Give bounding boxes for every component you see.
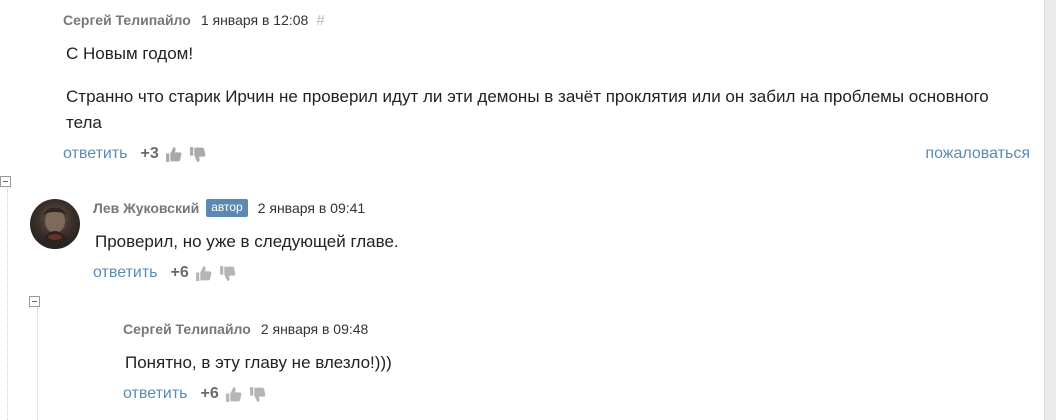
comment-paragraph: Проверил, но уже в следующей главе. [95,232,399,251]
comment-author[interactable]: Сергей Телипайло [123,321,251,337]
report-link[interactable]: пожаловаться [925,145,1030,163]
comment-3: Сергей Телипайло 2 января в 09:48 Понятн… [123,320,1003,405]
reply-link[interactable]: ответить [123,385,188,403]
reply-link[interactable]: ответить [63,145,128,163]
comment-text: С Новым годом! Странно что старик Ирчин … [63,41,1028,136]
comment-text: Проверил, но уже в следующей главе. [93,229,993,255]
comment-score: +6 [200,385,219,402]
comment-date: 1 января в 12:08 [200,12,309,28]
comment-meta: Сергей Телипайло 1 января в 12:08 # [63,11,1043,29]
thread-line-2 [37,308,38,420]
thumbs-up-icon[interactable] [225,385,243,403]
comment-paragraph: Понятно, в эту главу не влезло!))) [125,353,392,372]
comment-actions: ответить +6 [93,262,993,284]
collapse-icon[interactable] [0,176,11,187]
thumbs-down-icon[interactable] [219,264,237,282]
avatar[interactable] [30,199,80,249]
thumbs-down-icon[interactable] [189,145,207,163]
thread-line-1 [7,186,8,420]
comment-actions: ответить +3 пожаловаться [63,143,1043,165]
comment-meta: Сергей Телипайло 2 января в 09:48 [123,320,1003,338]
comment-actions: ответить +6 [123,383,1003,405]
scrollbar[interactable] [1044,0,1056,420]
comment-author[interactable]: Лев Жуковский [93,200,199,216]
comments-page: Сергей Телипайло 1 января в 12:08 # С Но… [0,0,1056,420]
author-badge: автор [206,199,248,217]
comment-meta: Лев Жуковский автор 2 января в 09:41 [93,199,993,217]
permalink-hash[interactable]: # [316,12,324,29]
comment-paragraph: С Новым годом! [66,44,194,63]
comment-text: Понятно, в эту главу не влезло!))) [123,350,1003,376]
comment-1: Сергей Телипайло 1 января в 12:08 # С Но… [63,11,1043,165]
thumbs-up-icon[interactable] [165,145,183,163]
comment-author[interactable]: Сергей Телипайло [63,12,191,28]
comment-score: +6 [170,264,189,281]
comment-score: +3 [140,145,159,162]
thumbs-down-icon[interactable] [249,385,267,403]
comment-paragraph: Странно что старик Ирчин не проверил иду… [66,87,989,132]
comment-date: 2 января в 09:48 [260,321,369,337]
thumbs-up-icon[interactable] [195,264,213,282]
comment-date: 2 января в 09:41 [257,200,366,216]
reply-link[interactable]: ответить [93,264,158,282]
collapse-icon[interactable] [29,296,40,307]
comment-2: Лев Жуковский автор 2 января в 09:41 Про… [93,199,993,284]
